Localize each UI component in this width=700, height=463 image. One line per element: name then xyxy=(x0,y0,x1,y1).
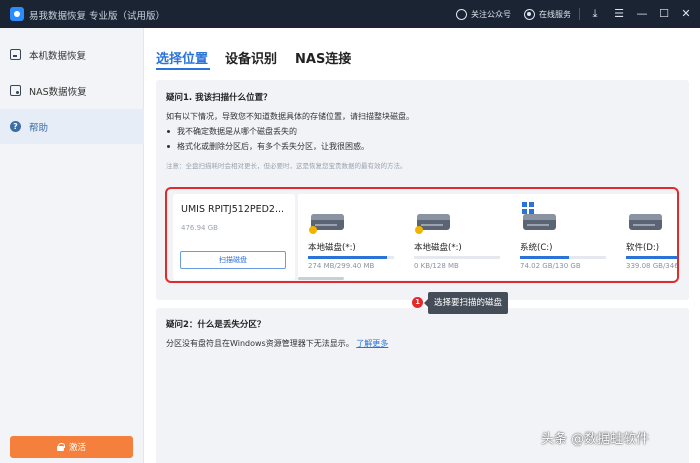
help-icon: ? xyxy=(10,121,21,132)
disk-name: UMIS RPITJ512PED2... xyxy=(181,204,285,215)
activate-button[interactable]: 激活 xyxy=(10,436,133,458)
step-number-badge: 1 xyxy=(412,297,423,308)
close-button[interactable]: ✕ xyxy=(678,5,694,23)
disk-selection-panel: UMIS RPITJ512PED2... 476.94 GB 扫描磁盘 本地磁盘… xyxy=(165,187,679,283)
faq2-text-row: 分区没有盘符且在Windows资源管理器下无法显示。 了解更多 xyxy=(166,338,388,349)
partition-usage-bar xyxy=(414,256,500,259)
partition-item[interactable]: 本地磁盘(*:) 0 KB/128 MB xyxy=(404,194,504,280)
app-title: 易我数据恢复 专业版（试用版） xyxy=(29,11,166,22)
partition-usage-bar xyxy=(626,256,677,259)
partition-usage-fill xyxy=(520,256,570,259)
follow-account-label: 关注公众号 xyxy=(471,9,511,19)
lock-badge-icon xyxy=(309,226,317,234)
sidebar-item-nas-recovery[interactable]: NAS数据恢复 xyxy=(0,73,144,108)
partition-item[interactable]: 本地磁盘(*:) 274 MB/299.40 MB xyxy=(298,194,398,280)
activate-label: 激活 xyxy=(68,443,86,453)
faq1-intro: 如有以下情况，导致您不知道数据具体的存储位置，请扫描整块磁盘。 xyxy=(166,112,414,121)
partition-usage-bar xyxy=(308,256,394,259)
bullet-dot xyxy=(167,145,170,148)
download-icon[interactable]: ⤓ xyxy=(587,5,603,23)
support-icon xyxy=(524,8,535,20)
partition-scrollbar[interactable] xyxy=(298,277,344,280)
faq1-title: 疑问1. 我该扫描什么位置？ xyxy=(166,93,272,103)
partition-label: 系统(C:) xyxy=(520,243,553,253)
sidebar-item-label: 本机数据恢复 xyxy=(29,50,87,62)
title-bar: 易我数据恢复 专业版（试用版） 关注公众号 在线服务 ⤓ ☰ — ☐ ✕ xyxy=(0,0,700,28)
drive-icon xyxy=(10,49,21,60)
disk-card[interactable]: UMIS RPITJ512PED2... 476.94 GB 扫描磁盘 xyxy=(173,194,295,280)
partition-size: 274 MB/299.40 MB xyxy=(308,262,375,270)
partition-label: 本地磁盘(*:) xyxy=(308,243,356,253)
learn-more-link[interactable]: 了解更多 xyxy=(356,339,388,348)
lock-badge-icon xyxy=(415,226,423,234)
lock-icon xyxy=(56,443,65,451)
partition-item[interactable]: 系统(C:) 74.02 GB/130 GB xyxy=(510,194,610,280)
menu-icon[interactable]: ☰ xyxy=(611,5,627,23)
disk-size: 476.94 GB xyxy=(181,224,218,232)
scan-disk-button[interactable]: 扫描磁盘 xyxy=(180,251,286,269)
bullet-dot xyxy=(167,130,170,133)
active-tab-indicator xyxy=(156,68,210,70)
sidebar-item-help[interactable]: ? 帮助 xyxy=(0,109,144,144)
partition-item[interactable]: 软件(D:) 339.08 GB/346 xyxy=(616,194,679,280)
tab-nas-connection[interactable]: NAS连接 xyxy=(295,48,351,67)
partition-label: 软件(D:) xyxy=(626,243,660,253)
faq1-bullet: 我不确定数据是从哪个磁盘丢失的 xyxy=(177,127,297,136)
chat-icon xyxy=(456,8,467,20)
maximize-button[interactable]: ☐ xyxy=(656,5,672,23)
follow-account-button[interactable]: 关注公众号 xyxy=(456,7,511,21)
partition-usage-bar xyxy=(520,256,606,259)
windows-icon xyxy=(522,202,534,214)
watermark: 头条 @数据蛙软件 xyxy=(541,432,650,447)
online-support-label: 在线服务 xyxy=(539,9,571,19)
title-separator xyxy=(579,8,580,20)
faq1-note: 注意：全盘扫描耗时会相对更长，但必要时，这是恢复您宝贵数据的最有效的方法。 xyxy=(166,162,407,170)
partition-usage-fill xyxy=(626,256,677,259)
drive-icon xyxy=(523,214,556,230)
partition-size: 74.02 GB/130 GB xyxy=(520,262,581,270)
drive-icon xyxy=(629,214,662,230)
sidebar-item-label: 帮助 xyxy=(29,122,49,134)
app-logo-icon xyxy=(10,7,24,21)
callout-tooltip: 选择要扫描的磁盘 xyxy=(423,292,509,314)
tab-device-recognition[interactable]: 设备识别 xyxy=(225,48,277,67)
nas-icon xyxy=(10,85,21,96)
faq2-title: 疑问2：什么是丢失分区？ xyxy=(166,320,266,330)
minimize-button[interactable]: — xyxy=(634,5,650,23)
partition-list: 本地磁盘(*:) 274 MB/299.40 MB 本地磁盘(*:) 0 KB/… xyxy=(298,194,679,280)
tab-select-location[interactable]: 选择位置 xyxy=(156,48,208,67)
partition-usage-fill xyxy=(308,256,388,259)
sidebar-item-label: NAS数据恢复 xyxy=(29,86,87,98)
sidebar-item-local-recovery[interactable]: 本机数据恢复 xyxy=(0,37,144,72)
faq2-text: 分区没有盘符且在Windows资源管理器下无法显示。 xyxy=(166,339,354,348)
partition-label: 本地磁盘(*:) xyxy=(414,243,462,253)
sidebar: 本机数据恢复 NAS数据恢复 ? 帮助 激活 xyxy=(0,28,144,463)
partition-size: 339.08 GB/346 xyxy=(626,262,679,270)
partition-size: 0 KB/128 MB xyxy=(414,262,459,270)
faq1-bullet: 格式化或删除分区后，有多个丢失分区，让我很困惑。 xyxy=(177,142,369,151)
online-support-button[interactable]: 在线服务 xyxy=(524,7,571,21)
